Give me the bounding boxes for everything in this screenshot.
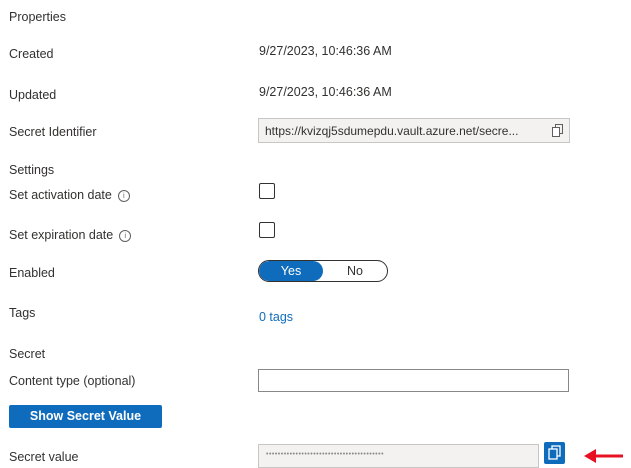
expiration-label: Set expiration date i xyxy=(9,228,132,242)
copy-icon[interactable] xyxy=(552,124,564,140)
secret-identifier-field[interactable]: https://kvizqj5sdumepdu.vault.azure.net/… xyxy=(258,118,570,143)
info-icon[interactable]: i xyxy=(117,189,130,202)
tags-label: Tags xyxy=(9,306,36,320)
content-type-label: Content type (optional) xyxy=(9,374,136,388)
activation-checkbox[interactable] xyxy=(259,183,275,199)
created-label: Created xyxy=(9,47,54,61)
secret-heading: Secret xyxy=(9,347,46,361)
secret-value-field[interactable]: •••••••••••••••••••••••••••••••••••••••• xyxy=(258,444,539,468)
enabled-label: Enabled xyxy=(9,266,55,280)
enabled-yes-option[interactable]: Yes xyxy=(259,261,323,281)
enabled-toggle[interactable]: Yes No xyxy=(258,260,388,282)
show-secret-value-button[interactable]: Show Secret Value xyxy=(9,405,162,428)
secret-identifier-value: https://kvizqj5sdumepdu.vault.azure.net/… xyxy=(265,124,519,138)
arrow-left-icon xyxy=(584,448,624,467)
enabled-no-option[interactable]: No xyxy=(323,261,387,281)
copy-icon xyxy=(548,445,561,464)
expiration-checkbox[interactable] xyxy=(259,222,275,238)
content-type-input[interactable] xyxy=(258,369,569,392)
updated-value: 9/27/2023, 10:46:36 AM xyxy=(259,85,392,99)
created-value: 9/27/2023, 10:46:36 AM xyxy=(259,44,392,58)
tags-link[interactable]: 0 tags xyxy=(259,310,293,324)
secret-value-masked: •••••••••••••••••••••••••••••••••••••••• xyxy=(266,451,385,458)
info-icon[interactable]: i xyxy=(119,229,132,242)
activation-label: Set activation date i xyxy=(9,188,130,202)
properties-heading: Properties xyxy=(9,10,66,24)
updated-label: Updated xyxy=(9,88,57,102)
expiration-label-text: Set expiration date xyxy=(9,228,114,242)
secret-identifier-label: Secret Identifier xyxy=(9,125,97,139)
copy-secret-button[interactable] xyxy=(544,442,565,464)
activation-label-text: Set activation date xyxy=(9,188,112,202)
settings-heading: Settings xyxy=(9,163,55,177)
secret-value-label: Secret value xyxy=(9,450,79,464)
